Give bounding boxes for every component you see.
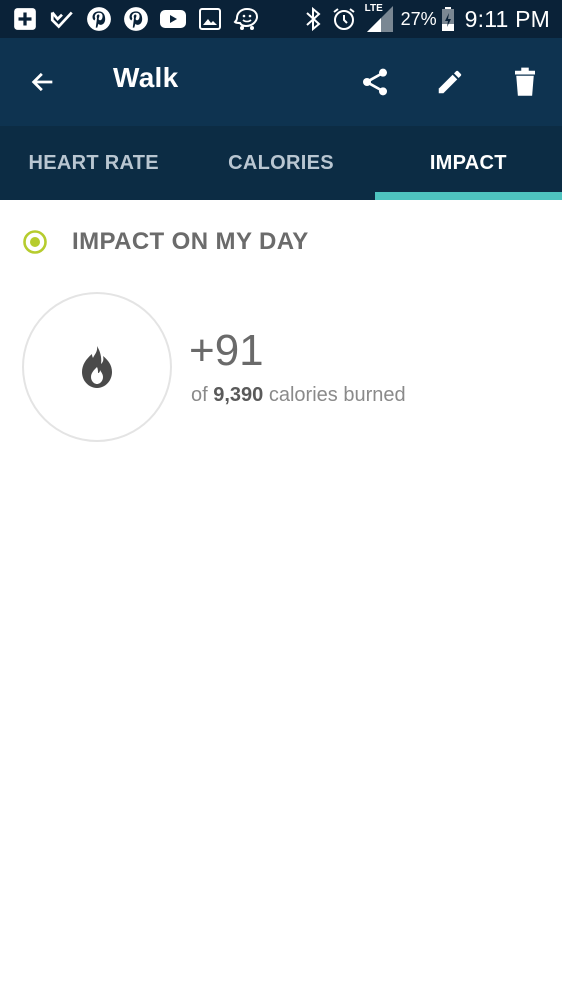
section-title: IMPACT ON MY DAY <box>72 228 309 255</box>
youtube-icon <box>158 0 188 38</box>
status-bar: LTE 27% 9:11 PM <box>0 0 562 38</box>
radio-selected-icon <box>23 230 47 254</box>
delete-button[interactable] <box>500 58 550 106</box>
share-button[interactable] <box>350 58 400 106</box>
impact-caption: of 9,390 calories burned <box>191 384 406 407</box>
section-header: IMPACT ON MY DAY <box>22 222 309 262</box>
tab-label: HEART RATE <box>28 151 159 174</box>
tab-label: CALORIES <box>228 151 334 174</box>
pinterest-icon <box>84 0 114 38</box>
bluetooth-icon <box>303 0 323 38</box>
network-type-label: LTE <box>364 3 383 14</box>
waze-icon <box>232 0 262 38</box>
edit-button[interactable] <box>425 58 475 106</box>
back-button[interactable] <box>18 58 68 106</box>
tab-calories[interactable]: CALORIES <box>187 126 374 200</box>
page-title: Walk <box>113 62 179 93</box>
pinterest-icon <box>121 0 151 38</box>
clock: 9:11 PM <box>464 5 550 32</box>
add-box-icon <box>10 0 40 38</box>
battery-percent: 27% <box>400 8 437 29</box>
tab-bar: HEART RATE CALORIES IMPACT <box>0 126 562 200</box>
caption-suffix: calories burned <box>263 384 406 406</box>
notification-icons <box>10 0 269 38</box>
system-icons: LTE 27% 9:11 PM <box>295 0 550 38</box>
tab-label: IMPACT <box>429 151 507 174</box>
tab-heart-rate[interactable]: HEART RATE <box>0 126 187 200</box>
check-icon <box>47 0 77 38</box>
impact-ring <box>22 292 172 442</box>
active-tab-indicator <box>374 192 562 200</box>
activity-detail-screen: LTE 27% 9:11 PM Walk HEART RATE CALORIES… <box>0 0 562 999</box>
battery-icon <box>441 0 455 38</box>
tab-impact[interactable]: IMPACT <box>374 126 562 200</box>
image-icon <box>195 0 225 38</box>
edit-icon <box>438 70 462 94</box>
signal-icon: LTE <box>365 0 395 38</box>
trash-icon <box>515 67 535 96</box>
arrow-back-icon <box>31 72 53 92</box>
total-calories: 9,390 <box>213 384 264 406</box>
caption-prefix: of <box>191 384 214 406</box>
share-icon <box>363 68 387 96</box>
alarm-icon <box>331 0 357 38</box>
flame-icon <box>82 346 112 388</box>
impact-calories-value: +91 <box>189 326 264 375</box>
app-toolbar: Walk <box>0 38 562 126</box>
